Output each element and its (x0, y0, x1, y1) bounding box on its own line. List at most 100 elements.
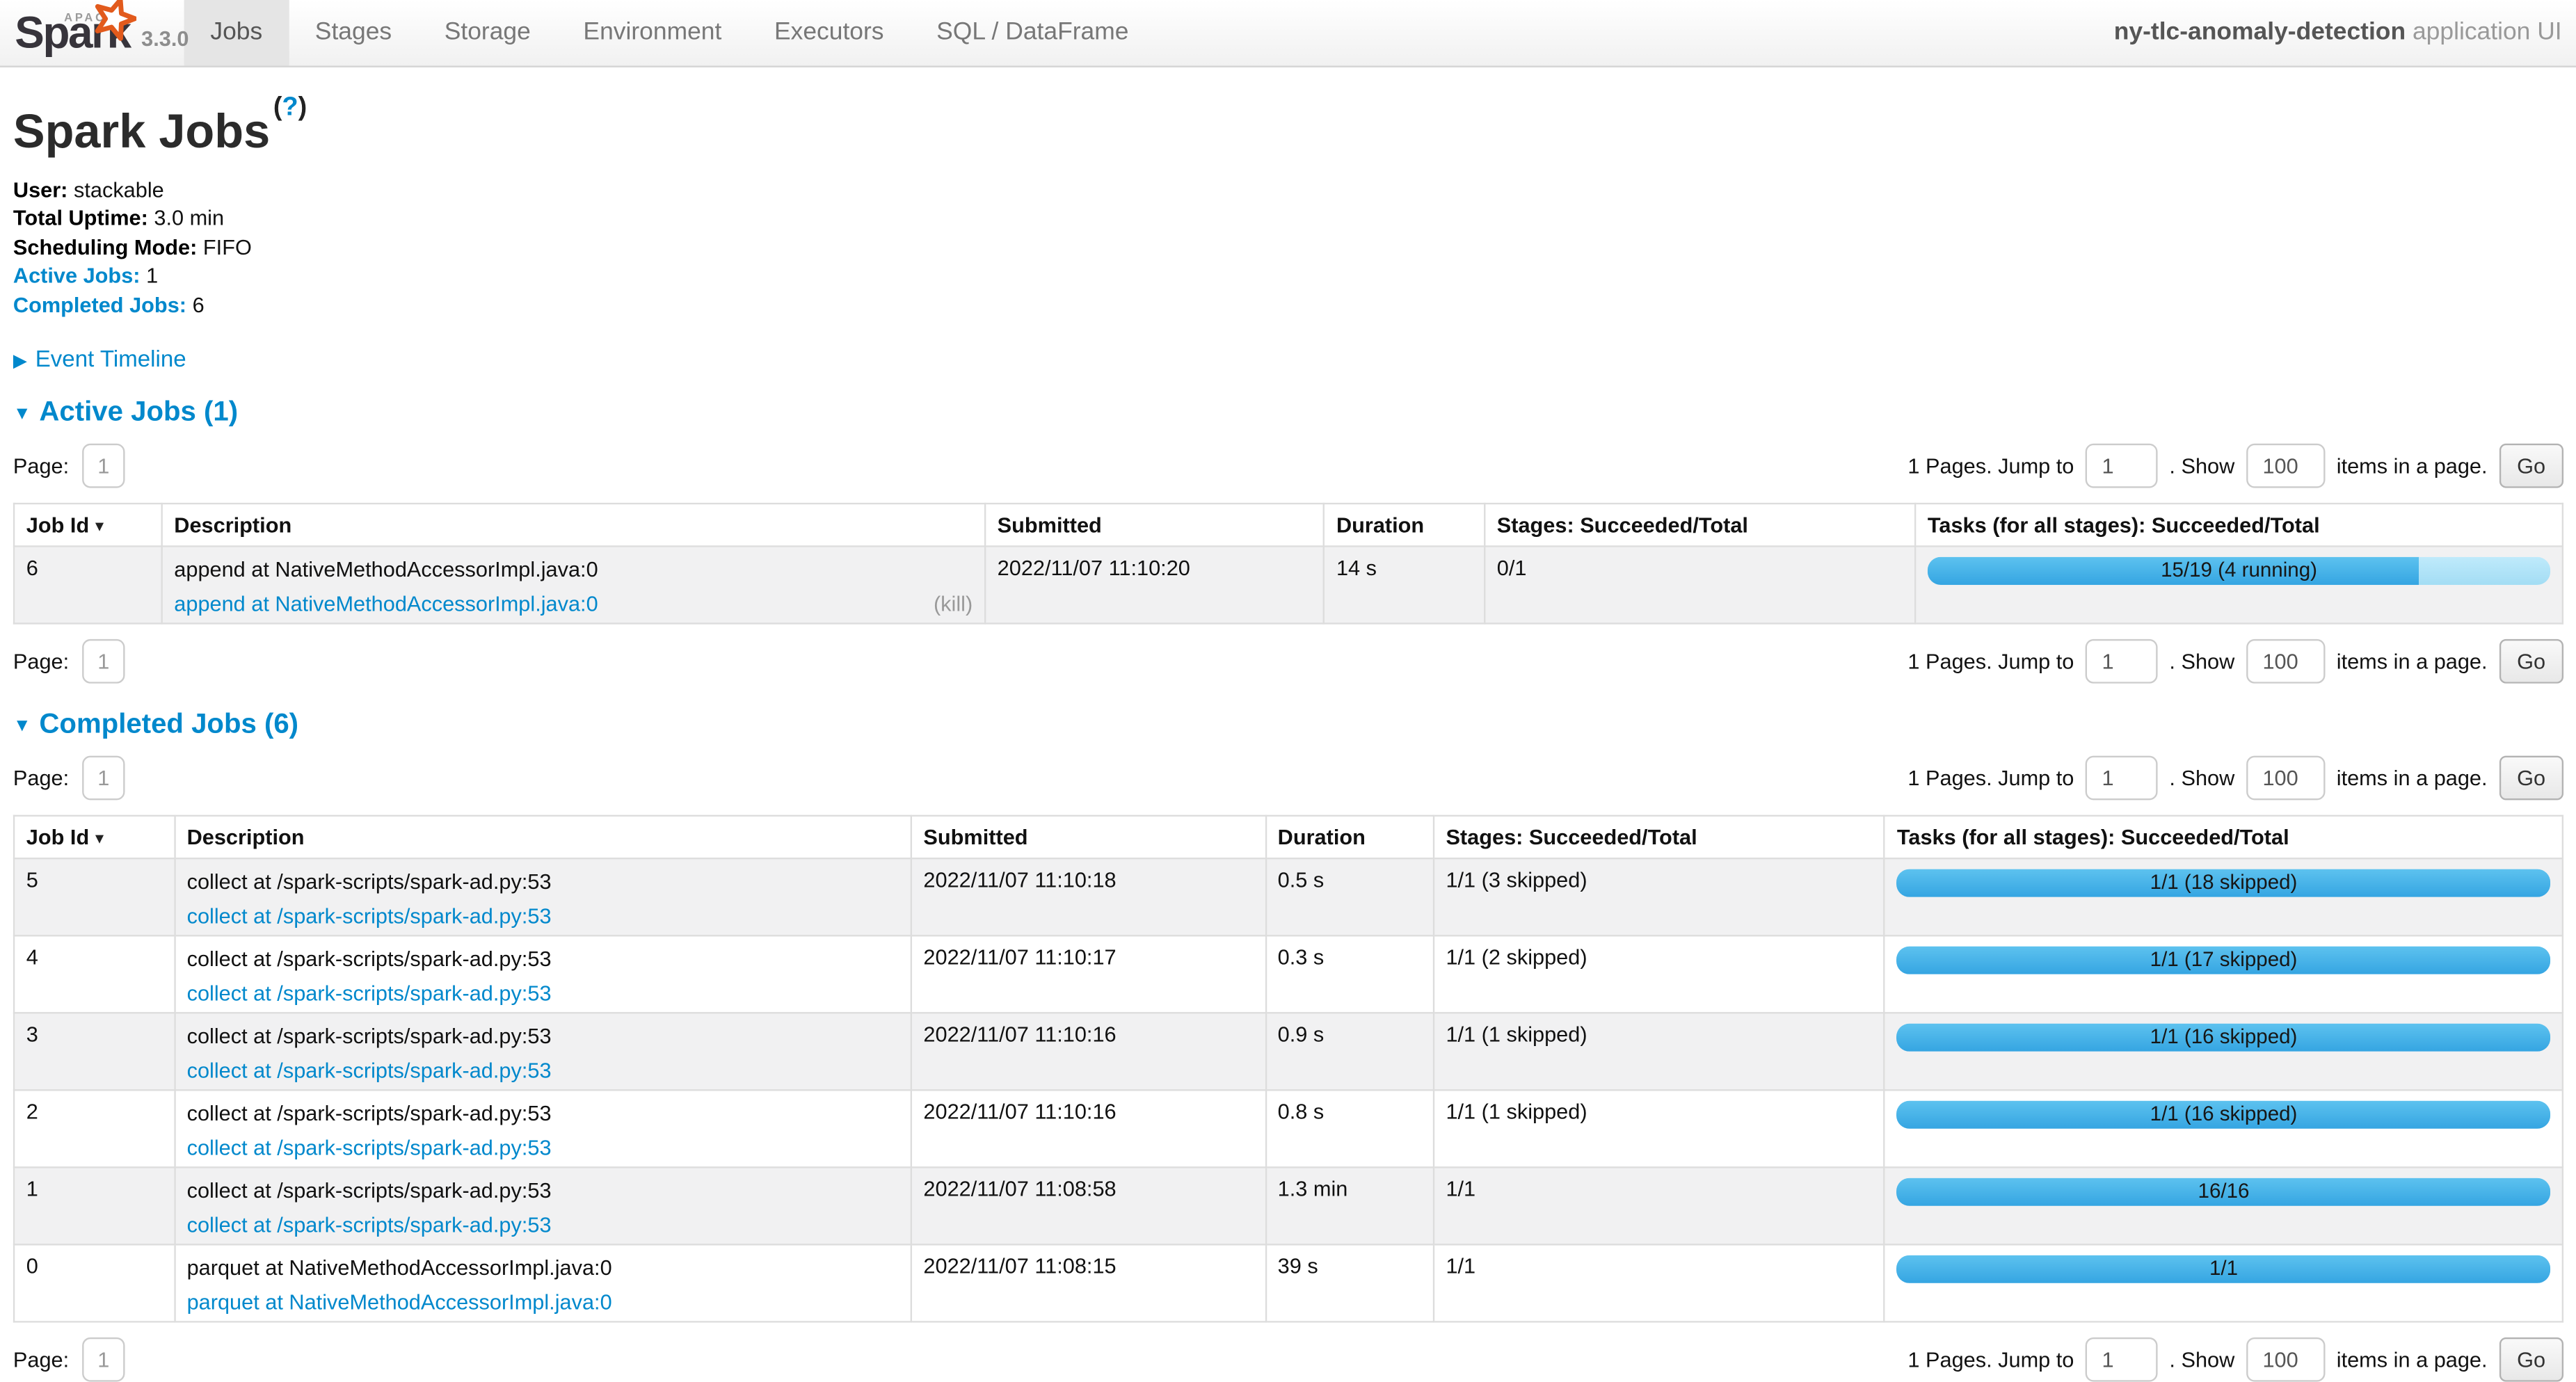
summary-uptime: Total Uptime: 3.0 min (13, 204, 2563, 232)
job-description-link[interactable]: collect at /spark-scripts/spark-ad.py:53 (187, 1213, 552, 1237)
page-label: Page: (13, 766, 69, 790)
page-input[interactable] (82, 639, 125, 684)
submitted-cell: 2022/11/07 11:10:16 (911, 1013, 1265, 1091)
page-input[interactable] (82, 1337, 125, 1382)
submitted-cell: 2022/11/07 11:08:58 (911, 1168, 1265, 1245)
header-stages[interactable]: Stages: Succeeded/Total (1485, 504, 1915, 546)
page-input[interactable] (82, 756, 125, 801)
completed-jobs-table: Job Id▾ Description Submitted Duration S… (13, 815, 2563, 1323)
duration-cell: 39 s (1265, 1245, 1434, 1322)
description-cell: collect at /spark-scripts/spark-ad.py:53… (175, 1013, 911, 1091)
show-items-input[interactable] (2246, 444, 2325, 488)
jump-to-input[interactable] (2086, 639, 2158, 684)
job-description-link[interactable]: parquet at NativeMethodAccessorImpl.java… (187, 1290, 612, 1315)
show-text: . Show (2169, 453, 2234, 478)
table-row: 2 collect at /spark-scripts/spark-ad.py:… (14, 1091, 2563, 1168)
go-button[interactable]: Go (2499, 444, 2563, 488)
header-tasks[interactable]: Tasks (for all stages): Succeeded/Total (1915, 504, 2563, 546)
jump-to-input[interactable] (2086, 1337, 2158, 1382)
show-items-input[interactable] (2246, 639, 2325, 684)
go-button[interactable]: Go (2499, 1337, 2563, 1382)
duration-cell: 14 s (1324, 547, 1485, 624)
active-jobs-link[interactable]: Active Jobs: (13, 263, 141, 287)
tasks-cell: 1/1 (16 skipped) (1885, 1091, 2563, 1168)
header-description[interactable]: Description (175, 816, 911, 858)
tab-storage[interactable]: Storage (418, 0, 557, 65)
job-description: parquet at NativeMethodAccessorImpl.java… (187, 1254, 899, 1280)
show-items-input[interactable] (2246, 756, 2325, 801)
tasks-cell: 1/1 (18 skipped) (1885, 859, 2563, 936)
go-button[interactable]: Go (2499, 756, 2563, 801)
job-description-link[interactable]: append at NativeMethodAccessorImpl.java:… (174, 592, 598, 616)
task-progress-bar: 1/1 (16 skipped) (1897, 1024, 2550, 1052)
task-progress-bar: 1/1 (17 skipped) (1897, 947, 2550, 974)
collapse-down-icon: ▼ (13, 404, 31, 424)
kill-link[interactable]: (kill) (934, 592, 973, 616)
task-progress-label: 1/1 (1897, 1255, 2550, 1283)
tab-stages[interactable]: Stages (289, 0, 418, 65)
nav-tabs: Jobs Stages Storage Environment Executor… (184, 0, 1155, 65)
job-description-link[interactable]: collect at /spark-scripts/spark-ad.py:53 (187, 904, 552, 929)
pages-jump-text: 1 Pages. Jump to (1907, 453, 2074, 478)
job-description-link[interactable]: collect at /spark-scripts/spark-ad.py:53 (187, 981, 552, 1006)
page-label: Page: (13, 649, 69, 673)
items-text: items in a page. (2337, 453, 2488, 478)
duration-cell: 0.5 s (1265, 859, 1434, 936)
task-progress-label: 16/16 (1897, 1178, 2550, 1206)
description-cell: append at NativeMethodAccessorImpl.java:… (162, 547, 985, 624)
pages-jump-text: 1 Pages. Jump to (1907, 649, 2074, 673)
header-submitted[interactable]: Submitted (985, 504, 1324, 546)
tab-environment[interactable]: Environment (557, 0, 749, 65)
header-job-id[interactable]: Job Id▾ (14, 816, 175, 858)
task-progress-label: 1/1 (16 skipped) (1897, 1024, 2550, 1052)
task-progress-bar: 1/1 (18 skipped) (1897, 869, 2550, 897)
tasks-cell: 1/1 (1885, 1245, 2563, 1322)
job-description: collect at /spark-scripts/spark-ad.py:53 (187, 1022, 899, 1049)
job-id-cell: 5 (14, 859, 175, 936)
event-timeline-toggle[interactable]: ▶Event Timeline (13, 345, 2563, 371)
show-items-input[interactable] (2246, 1337, 2325, 1382)
header-tasks[interactable]: Tasks (for all stages): Succeeded/Total (1885, 816, 2563, 858)
job-description: collect at /spark-scripts/spark-ad.py:53 (187, 1100, 899, 1126)
header-stages[interactable]: Stages: Succeeded/Total (1434, 816, 1885, 858)
job-description-link[interactable]: collect at /spark-scripts/spark-ad.py:53 (187, 1059, 552, 1083)
header-submitted[interactable]: Submitted (911, 816, 1265, 858)
header-description[interactable]: Description (162, 504, 985, 546)
collapse-down-icon: ▼ (13, 716, 31, 736)
completed-jobs-link[interactable]: Completed Jobs: (13, 292, 186, 316)
go-button[interactable]: Go (2499, 639, 2563, 684)
submitted-cell: 2022/11/07 11:08:15 (911, 1245, 1265, 1322)
jump-to-input[interactable] (2086, 756, 2158, 801)
stages-cell: 0/1 (1485, 547, 1915, 624)
help-tooltip: (?) (273, 94, 307, 122)
job-description: collect at /spark-scripts/spark-ad.py:53 (187, 1177, 899, 1203)
job-description: collect at /spark-scripts/spark-ad.py:53 (187, 868, 899, 894)
pagination-active-top: Page: 1 Pages. Jump to . Show items in a… (13, 444, 2563, 488)
main-content: Spark Jobs(?) User: stackable Total Upti… (0, 97, 2576, 1382)
summary-user: User: stackable (13, 175, 2563, 204)
tab-sql-dataframe[interactable]: SQL / DataFrame (910, 0, 1155, 65)
task-progress-bar: 1/1 (16 skipped) (1897, 1101, 2550, 1129)
summary-active-jobs: Active Jobs: 1 (13, 262, 2563, 290)
stages-cell: 1/1 (1434, 1245, 1885, 1322)
header-duration[interactable]: Duration (1265, 816, 1434, 858)
active-jobs-section-header[interactable]: ▼Active Jobs (1) (13, 396, 2563, 429)
page-input[interactable] (82, 444, 125, 488)
application-name: ny-tlc-anomaly-detection application UI (2114, 0, 2562, 65)
description-cell: collect at /spark-scripts/spark-ad.py:53… (175, 936, 911, 1013)
items-text: items in a page. (2337, 649, 2488, 673)
header-duration[interactable]: Duration (1324, 504, 1485, 546)
tasks-cell: 1/1 (17 skipped) (1885, 936, 2563, 1013)
tab-jobs[interactable]: Jobs (184, 0, 289, 65)
header-job-id[interactable]: Job Id▾ (14, 504, 161, 546)
jump-to-input[interactable] (2086, 444, 2158, 488)
job-description-link[interactable]: collect at /spark-scripts/spark-ad.py:53 (187, 1136, 552, 1160)
job-id-cell: 3 (14, 1013, 175, 1091)
tab-executors[interactable]: Executors (748, 0, 910, 65)
submitted-cell: 2022/11/07 11:10:16 (911, 1091, 1265, 1168)
description-cell: parquet at NativeMethodAccessorImpl.java… (175, 1245, 911, 1322)
task-progress-bar: 15/19 (4 running) (1928, 557, 2550, 585)
completed-jobs-section-header[interactable]: ▼Completed Jobs (6) (13, 708, 2563, 741)
stages-cell: 1/1 (1 skipped) (1434, 1091, 1885, 1168)
spark-jobs-page: Spark APACHE 3.3.0 Jobs Stages Storage E… (0, 0, 2576, 1349)
